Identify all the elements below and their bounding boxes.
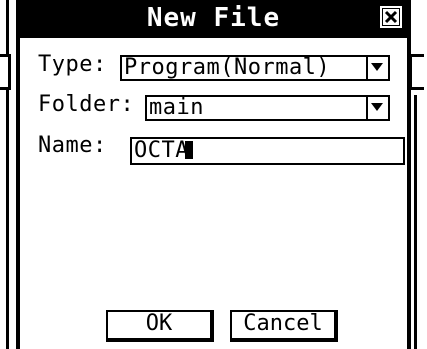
type-select-value: Program(Normal) xyxy=(124,55,331,80)
name-input-wrapper: OCTA xyxy=(134,139,193,163)
name-input-value: OCTA xyxy=(134,138,189,163)
background-window-edge-right xyxy=(414,95,417,349)
background-field-right xyxy=(409,54,424,90)
triangle-down-icon xyxy=(371,103,383,111)
folder-label: Folder: xyxy=(38,92,135,117)
type-dropdown-button[interactable] xyxy=(366,57,388,79)
dialog-title: New File xyxy=(146,3,281,33)
background-field-left xyxy=(0,54,11,90)
folder-select-value: main xyxy=(149,95,204,120)
type-select[interactable]: Program(Normal) xyxy=(120,55,390,81)
folder-select[interactable]: main xyxy=(145,95,390,121)
ok-button[interactable]: OK xyxy=(106,310,214,342)
type-label: Type: xyxy=(38,52,107,77)
name-input[interactable]: OCTA xyxy=(130,137,405,165)
new-file-dialog: New File Type: Program(Normal) Folder: m… xyxy=(16,0,411,349)
close-button[interactable] xyxy=(380,6,402,28)
triangle-down-icon xyxy=(371,63,383,71)
cancel-button[interactable]: Cancel xyxy=(230,310,338,342)
text-cursor xyxy=(184,141,193,159)
background-window-edge-left-lower xyxy=(6,95,9,349)
dialog-titlebar: New File xyxy=(20,0,407,38)
close-x-icon xyxy=(382,8,400,26)
folder-dropdown-button[interactable] xyxy=(366,97,388,119)
name-label: Name: xyxy=(38,133,107,158)
